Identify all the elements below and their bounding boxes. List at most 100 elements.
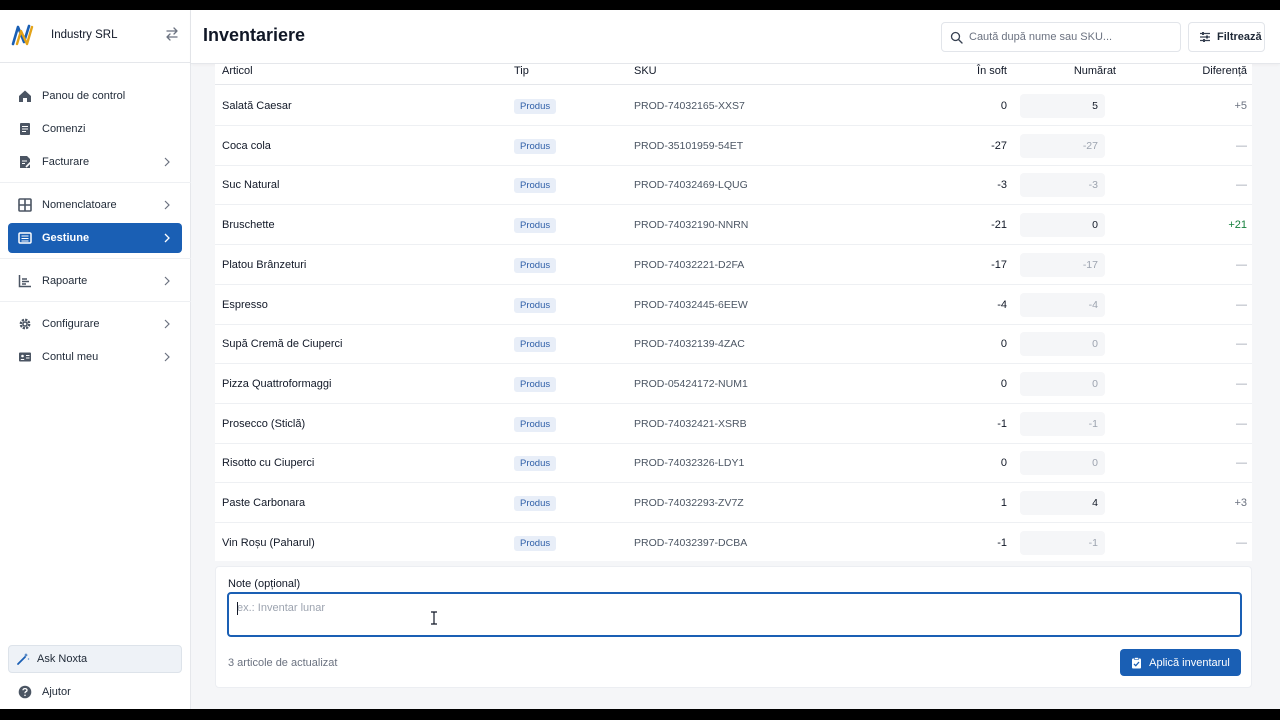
table-header: Articol Tip SKU În soft Numărat Diferenț… [215,64,1252,85]
sidebar-item-label: Facturare [42,156,90,168]
sidebar-item-nomenclatoare[interactable]: Nomenclatoare [8,190,182,220]
divider [0,62,191,63]
table-row[interactable]: Salată Caesar Produs PROD-74032165-XXS7 0 5 +… [215,86,1252,126]
grid-icon [18,198,32,212]
item-name: Suc Natural [222,179,280,192]
warehouse-icon [18,232,32,244]
column-header-numarat[interactable]: Numărat [1074,65,1116,77]
sidebar-item-panou-de-control[interactable]: Panou de control [8,81,182,111]
column-header-tip[interactable]: Tip [514,65,529,77]
counted-quantity-input[interactable]: -4 [1020,292,1105,317]
home-icon [19,90,31,102]
type-badge: Produs [514,297,557,313]
chevron-right-icon [164,319,170,329]
counted-quantity-input[interactable]: 0 [1020,371,1105,396]
sidebar-item-comenzi[interactable]: Comenzi [8,114,182,144]
inventory-footer: Note (opțional) 3 articole de actualizat… [215,566,1252,688]
note-label: Note (opțional) [228,578,301,590]
column-header-diferenta[interactable]: Diferență [1202,65,1247,77]
sidebar-item-rapoarte[interactable]: Rapoarte [8,266,182,296]
note-field[interactable] [227,592,1242,637]
counted-quantity-input[interactable]: -1 [1020,411,1105,436]
table-row[interactable]: Prosecco (Sticlă) Produs PROD-74032421-XSR… [215,404,1252,444]
sidebar-item-label: Rapoarte [42,275,88,287]
gear-icon [19,318,31,330]
item-name: Paste Carbonara [222,497,306,509]
item-name: Espresso [222,298,268,311]
item-name: Pizza Quattroformaggi [222,377,332,390]
table-row[interactable]: Pizza Quattroformaggi Produs PROD-05424172… [215,364,1252,404]
search-input[interactable] [969,31,1169,43]
table-row[interactable]: Coca cola Produs PROD-35101959-54ET -27 -27 — [215,126,1252,166]
item-name: Salată Caesar [222,100,292,112]
sidebar-item-contul-meu[interactable]: Contul meu [8,342,182,372]
type-badge: Produs [514,535,557,551]
text-cursor-icon [431,611,437,625]
table-row[interactable]: Platou Brânzeturi Produs PROD-74032221-D2F… [215,245,1252,285]
chevron-right-icon [164,157,170,167]
counted-quantity-input[interactable]: -3 [1020,173,1105,198]
help-link[interactable]: Ajutor [8,680,182,704]
table-row[interactable]: Bruschette Produs PROD-74032190-NNRN -21 0 +2… [215,205,1252,246]
company-switcher[interactable]: Industry SRL [10,22,180,48]
table-row[interactable]: Risotto cu Ciuperci Produs PROD-74032326-L… [215,443,1252,484]
item-sku: PROD-74032445-6EEW [634,298,748,311]
counted-quantity-input[interactable]: 5 [1020,94,1105,118]
counted-quantity-input[interactable]: 0 [1020,332,1105,357]
stock-in-software: -1 [997,417,1007,430]
apply-inventory-label: Aplică inventarul [1149,656,1230,669]
item-name: Coca cola [222,139,271,152]
counted-quantity-input[interactable]: -1 [1020,530,1105,555]
stock-in-software: -3 [997,179,1007,192]
table-row[interactable]: Paste Carbonara Produs PROD-74032293-ZV7Z 1… [215,483,1252,523]
type-badge: Produs [514,178,557,194]
table-row[interactable]: Espresso Produs PROD-74032445-6EEW -4 -4 — [215,285,1252,325]
type-badge: Produs [514,99,557,114]
sidebar-item-facturare[interactable]: Facturare [8,147,182,177]
ask-noxta-button[interactable]: Ask Noxta [8,645,182,673]
text-caret [237,602,238,615]
magic-wand-icon [17,653,30,665]
column-header-in-soft[interactable]: În soft [977,65,1007,77]
difference-value: +5 [1234,100,1247,112]
type-badge: Produs [514,138,557,154]
table-row[interactable]: Vin Roșu (Paharul) Produs PROD-74032397-DC… [215,523,1252,561]
chevron-right-icon [164,352,170,362]
counted-quantity-input[interactable]: -27 [1020,133,1105,158]
item-name: Supă Cremă de Ciuperci [222,338,343,351]
difference-value: +21 [1228,219,1247,232]
stock-in-software: -17 [991,258,1007,271]
item-sku: PROD-74032139-4ZAC [634,338,745,351]
item-name: Platou Brânzeturi [222,258,307,271]
apply-inventory-button[interactable]: Aplică inventarul [1120,649,1241,676]
stock-in-software: -27 [991,139,1007,152]
table-row[interactable]: Supă Cremă de Ciuperci Produs PROD-7403213… [215,324,1252,365]
items-to-update-summary: 3 articole de actualizat [228,657,338,669]
note-input[interactable] [237,602,1217,614]
difference-value: — [1236,536,1247,549]
type-badge: Produs [514,376,557,392]
filter-button[interactable]: Filtrează [1188,22,1265,52]
stock-in-software: -1 [997,536,1007,549]
stock-in-software: -4 [997,298,1007,311]
column-header-articol[interactable]: Articol [222,65,253,77]
search-box[interactable] [941,22,1181,52]
counted-quantity-input[interactable]: 0 [1020,213,1105,238]
sidebar-item-label: Configurare [42,318,100,330]
sidebar-item-label: Gestiune [42,232,90,244]
counted-quantity-input[interactable]: -17 [1020,252,1105,277]
inventory-table: Articol Tip SKU În soft Numărat Diferenț… [215,64,1252,561]
type-badge: Produs [514,416,557,432]
difference-value: — [1236,338,1247,351]
item-sku: PROD-74032421-XSRB [634,417,747,430]
sidebar-item-configurare[interactable]: Configurare [8,309,182,339]
table-row[interactable]: Suc Natural Produs PROD-74032469-LQUG -3 -3 — [215,165,1252,206]
counted-quantity-input[interactable]: 4 [1020,491,1105,515]
swap-arrows-icon[interactable] [164,26,180,42]
type-badge: Produs [514,257,557,273]
item-sku: PROD-74032190-NNRN [634,219,749,232]
counted-quantity-input[interactable]: 0 [1020,451,1105,476]
sidebar-item-gestiune[interactable]: Gestiune [8,223,182,253]
column-header-sku[interactable]: SKU [634,65,657,77]
id-card-icon [19,352,31,362]
